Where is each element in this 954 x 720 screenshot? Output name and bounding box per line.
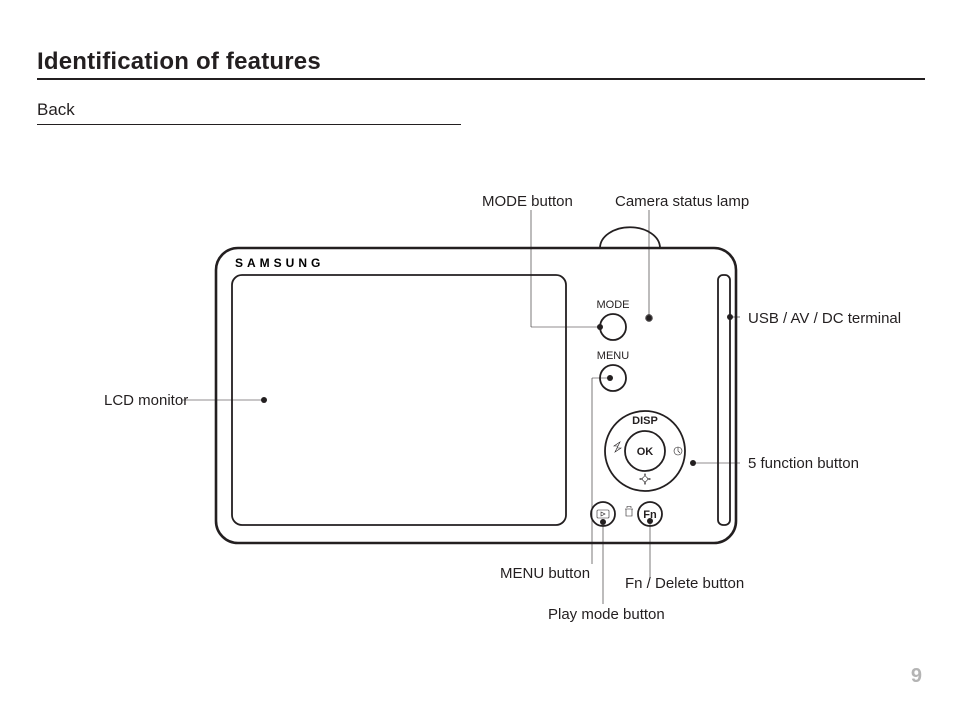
svg-text:OK: OK	[637, 446, 654, 458]
svg-text:SAMSUNG: SAMSUNG	[235, 256, 324, 270]
svg-text:DISP: DISP	[632, 415, 658, 427]
svg-text:MENU: MENU	[597, 350, 629, 362]
svg-text:Fn: Fn	[643, 509, 657, 521]
page-number: 9	[911, 665, 922, 688]
camera-back-diagram: MODE MENU OK DISP Fn SAMSUNG	[0, 0, 954, 720]
svg-text:MODE: MODE	[597, 299, 630, 311]
